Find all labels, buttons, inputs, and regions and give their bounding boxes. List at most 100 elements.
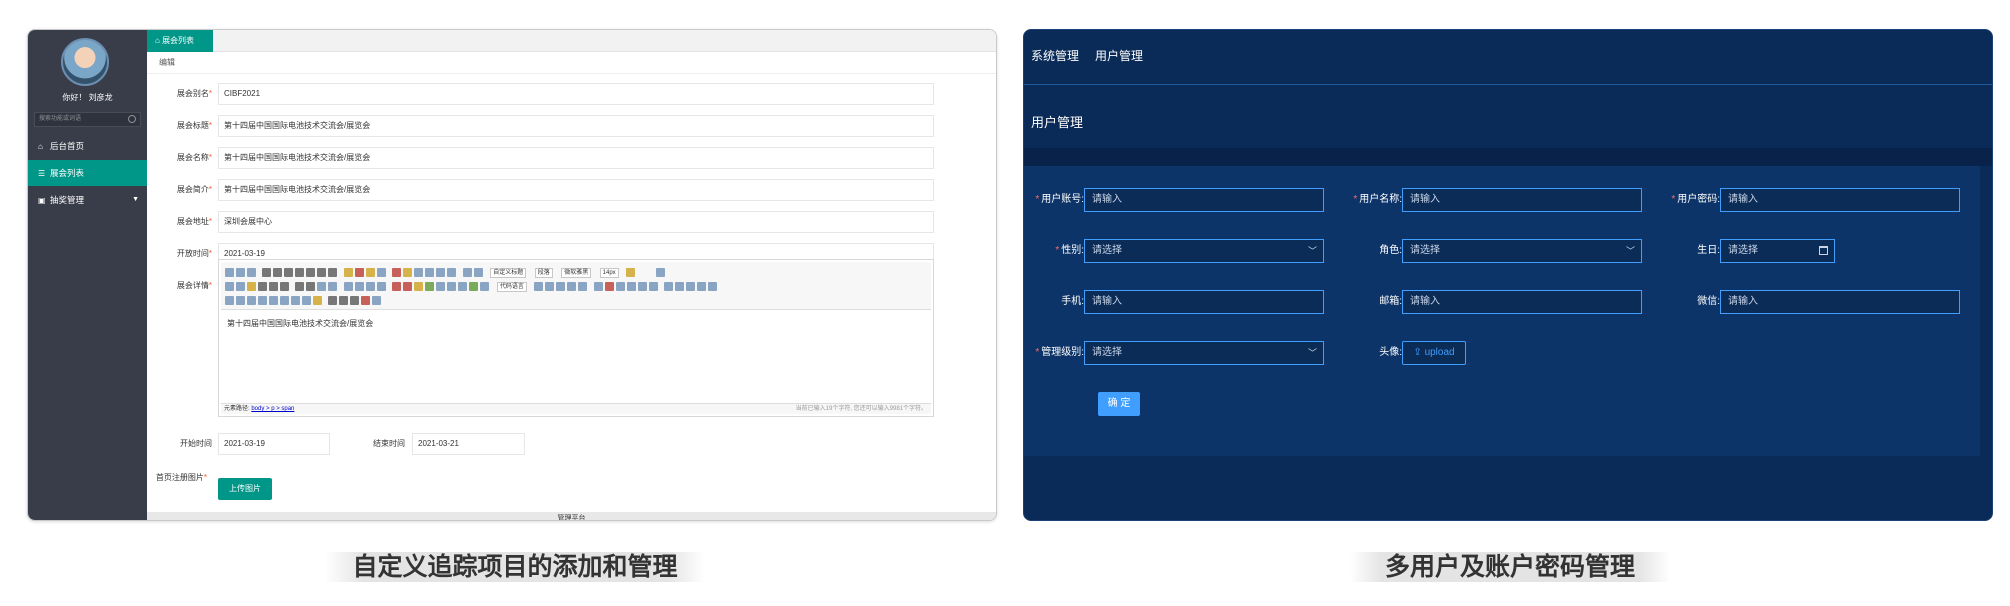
- redo-icon[interactable]: [247, 268, 256, 278]
- inserttable-icon[interactable]: [664, 282, 674, 292]
- end-time-input[interactable]: 2021-03-21: [412, 433, 525, 455]
- anchor-icon[interactable]: [236, 282, 245, 292]
- help-icon[interactable]: [372, 296, 382, 306]
- image-left-icon[interactable]: [343, 282, 353, 292]
- deletetable-icon[interactable]: [675, 282, 685, 292]
- select-all-icon[interactable]: [436, 268, 446, 278]
- sidebar-item-exhibitions[interactable]: ☰ 展会列表: [28, 160, 147, 186]
- pagebreak-icon[interactable]: [556, 282, 566, 292]
- gender-select[interactable]: 请选择 ﹀: [1084, 239, 1324, 263]
- name-input[interactable]: 第十四届中国国际电池技术交流会/展览会: [218, 147, 934, 169]
- mergedown-icon[interactable]: [269, 296, 278, 306]
- format-match-icon[interactable]: [343, 268, 353, 278]
- justify-icon[interactable]: [280, 282, 289, 292]
- fullscreen-icon[interactable]: [656, 268, 666, 278]
- email-input[interactable]: 请输入: [1402, 290, 1642, 314]
- line-height-icon[interactable]: [473, 268, 483, 278]
- sidebar-search-input[interactable]: 搜索功能或词语: [34, 112, 141, 127]
- sidebar-item-lottery[interactable]: ▣ 抽奖管理 ▼: [28, 187, 147, 213]
- spechars-icon[interactable]: [637, 282, 647, 292]
- element-path[interactable]: body > p > span: [251, 406, 294, 412]
- pasteplain-icon[interactable]: [376, 268, 386, 278]
- code-language-select[interactable]: 代码语言: [496, 281, 527, 292]
- searchreplace-icon[interactable]: [350, 296, 360, 306]
- scrawl-icon[interactable]: [425, 282, 435, 292]
- wordimage-icon[interactable]: [578, 282, 588, 292]
- border-icon[interactable]: [295, 268, 305, 278]
- case-lower-icon[interactable]: [306, 282, 316, 292]
- font-size-select[interactable]: 14px: [599, 267, 619, 278]
- row-spacing-icon[interactable]: [462, 268, 472, 278]
- clear-doc-icon[interactable]: [447, 268, 457, 278]
- address-input[interactable]: 深圳会展中心: [218, 211, 934, 233]
- attachment-icon[interactable]: [458, 282, 468, 292]
- case-upper-icon[interactable]: [295, 282, 305, 292]
- video-icon[interactable]: [436, 282, 446, 292]
- horizontal-icon[interactable]: [593, 282, 603, 292]
- image-center-icon[interactable]: [376, 282, 386, 292]
- upload-image-button[interactable]: 上传图片: [218, 478, 272, 500]
- print-icon[interactable]: [328, 296, 338, 306]
- avatar[interactable]: [61, 38, 109, 86]
- music-icon[interactable]: [447, 282, 457, 292]
- undo-icon[interactable]: [236, 268, 245, 278]
- align-left-icon[interactable]: [247, 282, 256, 292]
- insertrow-icon[interactable]: [697, 282, 707, 292]
- drafts-icon[interactable]: [361, 296, 371, 306]
- preview-icon[interactable]: [339, 296, 349, 306]
- template-icon[interactable]: [534, 282, 544, 292]
- align-right-icon[interactable]: [269, 282, 278, 292]
- mergecells-icon[interactable]: [247, 296, 256, 306]
- insertparagraph-icon[interactable]: [686, 282, 696, 292]
- role-select[interactable]: 请选择 ﹀: [1402, 239, 1642, 263]
- autotype-icon[interactable]: [354, 268, 364, 278]
- date-icon[interactable]: [604, 282, 614, 292]
- background-icon[interactable]: [545, 282, 555, 292]
- unlink-icon[interactable]: [328, 282, 338, 292]
- custom-heading-select[interactable]: 自定义标题: [490, 267, 527, 278]
- image-none-icon[interactable]: [354, 282, 364, 292]
- unordered-list-icon[interactable]: [425, 268, 435, 278]
- birthday-datepicker[interactable]: 请选择: [1720, 239, 1835, 263]
- nav-system-management[interactable]: 系统管理: [1031, 47, 1079, 64]
- tab-exhibition-list[interactable]: ⌂ 展会列表: [147, 30, 213, 52]
- ordered-list-icon[interactable]: [414, 268, 424, 278]
- admin-level-select[interactable]: 请选择 ﹀: [1084, 341, 1324, 365]
- search-icon[interactable]: [128, 115, 136, 123]
- confirm-button[interactable]: 确 定: [1098, 392, 1140, 416]
- account-input[interactable]: 请输入: [1084, 188, 1324, 212]
- subscript-icon[interactable]: [328, 268, 338, 278]
- deletecol-icon[interactable]: [236, 296, 245, 306]
- start-time-input[interactable]: 2021-03-19: [218, 433, 330, 455]
- link-icon[interactable]: [317, 282, 327, 292]
- time-icon[interactable]: [615, 282, 625, 292]
- splittocols-icon[interactable]: [302, 296, 311, 306]
- blockquote-icon[interactable]: [365, 268, 375, 278]
- strikethrough-icon[interactable]: [306, 268, 316, 278]
- multi-image-icon[interactable]: [403, 282, 413, 292]
- omega-icon[interactable]: [626, 282, 636, 292]
- deleterow-icon[interactable]: [708, 282, 718, 292]
- emotion-icon[interactable]: [414, 282, 424, 292]
- username-input[interactable]: 请输入: [1402, 188, 1642, 212]
- image-right-icon[interactable]: [365, 282, 375, 292]
- direction-icon[interactable]: [626, 268, 636, 278]
- charts-icon[interactable]: [313, 296, 322, 306]
- splittocells-icon[interactable]: [280, 296, 289, 306]
- special-char-icon[interactable]: [567, 282, 577, 292]
- editor-content[interactable]: 第十四届中国国际电池技术交流会/展览会: [227, 318, 373, 329]
- indent-icon[interactable]: [225, 282, 234, 292]
- wechat-input[interactable]: 请输入: [1720, 290, 1960, 314]
- calendar-icon[interactable]: [1819, 246, 1828, 255]
- align-center-icon[interactable]: [258, 282, 267, 292]
- phone-input[interactable]: 请输入: [1084, 290, 1324, 314]
- snapscreen-icon[interactable]: [648, 282, 658, 292]
- font-family-select[interactable]: 微软雅黑: [561, 267, 592, 278]
- backcolor-icon[interactable]: [403, 268, 413, 278]
- italic-icon[interactable]: [273, 268, 283, 278]
- insert-frame-icon[interactable]: [480, 282, 490, 292]
- superscript-icon[interactable]: [317, 268, 327, 278]
- password-input[interactable]: 请输入: [1720, 188, 1960, 212]
- nav-user-management[interactable]: 用户管理: [1095, 47, 1143, 64]
- rich-text-editor[interactable]: 自定义标题 段落 微软雅黑 14px 代码语言 第十四届中国国际电池技术交流会/…: [218, 259, 934, 417]
